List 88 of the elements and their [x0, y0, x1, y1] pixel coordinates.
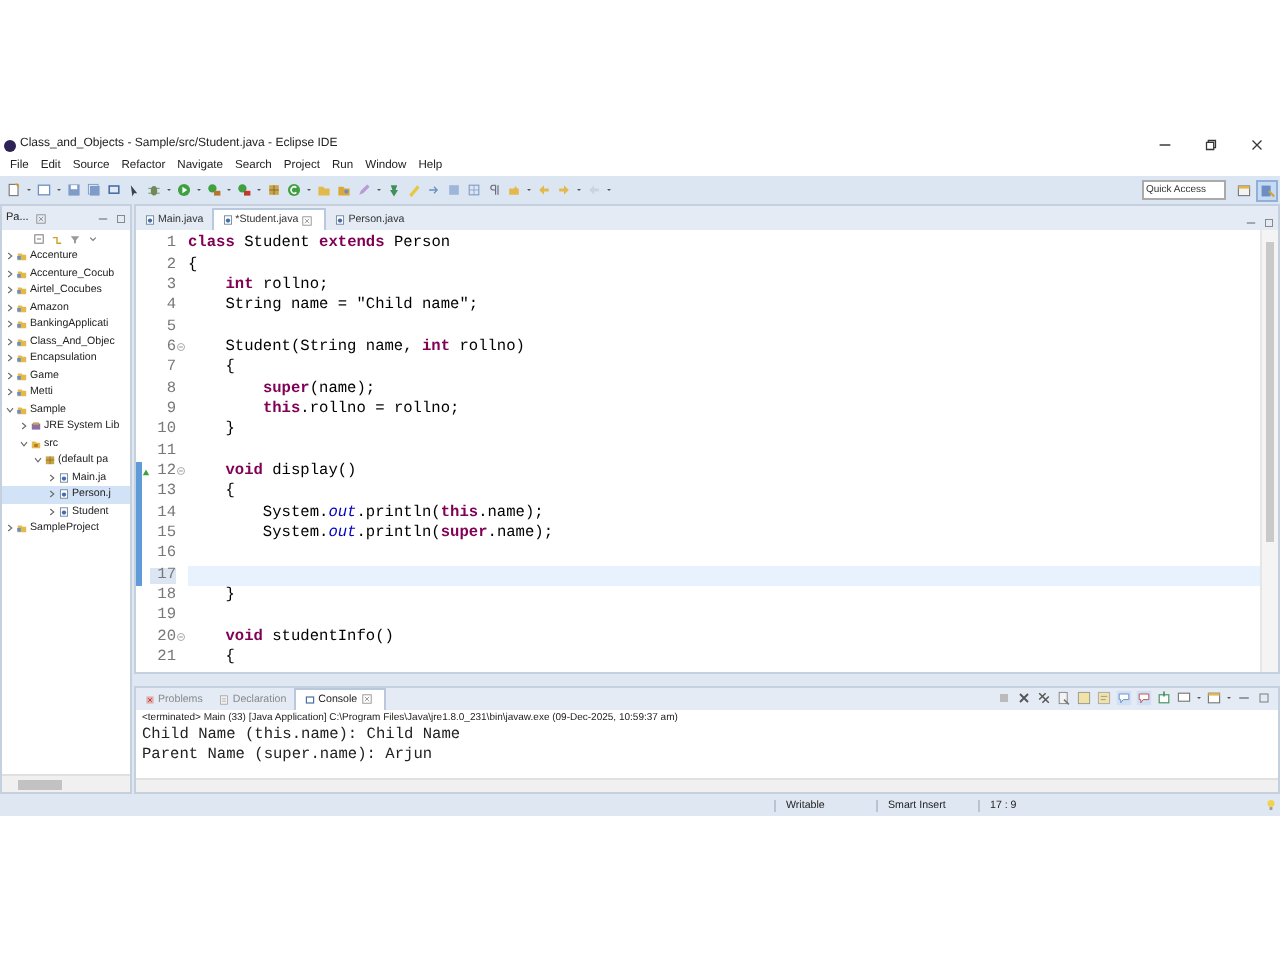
- problems-icon: [144, 693, 156, 706]
- java-file-icon: [58, 488, 70, 501]
- new-console-icon[interactable]: [1206, 690, 1222, 707]
- project-icon: [16, 522, 28, 535]
- forward-icon[interactable]: [556, 182, 572, 198]
- block-icon[interactable]: [446, 182, 462, 198]
- chevron-right-icon[interactable]: [4, 369, 16, 382]
- package-icon[interactable]: [266, 182, 282, 198]
- chevron-right-icon[interactable]: [4, 522, 16, 535]
- chevron-right-icon[interactable]: [4, 352, 16, 365]
- package-icon: [44, 454, 56, 467]
- open-type-icon[interactable]: [336, 182, 352, 198]
- pin-icon[interactable]: [1156, 690, 1172, 707]
- project-icon: [16, 386, 28, 399]
- chevron-right-icon[interactable]: [4, 284, 16, 297]
- collapse-icon[interactable]: [176, 466, 186, 477]
- console-icon: [304, 693, 317, 706]
- pin-icon[interactable]: [386, 182, 402, 198]
- terminal-icon[interactable]: [106, 182, 122, 198]
- java-file-icon: [144, 214, 156, 226]
- pencil-icon[interactable]: [356, 182, 372, 198]
- project-icon: [16, 318, 28, 331]
- project-icon: [16, 301, 28, 314]
- chevron-right-icon[interactable]: [4, 301, 16, 314]
- folder-icon[interactable]: [316, 182, 332, 198]
- java-file-icon: [58, 471, 70, 484]
- java-file-icon: [58, 505, 70, 518]
- library-icon: [30, 420, 42, 433]
- close-icon[interactable]: [1248, 136, 1266, 154]
- lightbulb-icon[interactable]: [1264, 798, 1278, 812]
- remove-all-icon[interactable]: [1036, 690, 1052, 707]
- new-file-icon[interactable]: [6, 182, 22, 198]
- save-icon[interactable]: [66, 182, 82, 198]
- chevron-down-icon[interactable]: [4, 403, 16, 416]
- chevron-right-icon[interactable]: [4, 318, 16, 331]
- view-menu-icon[interactable]: [86, 232, 100, 246]
- arrow-icon[interactable]: [426, 182, 442, 198]
- speech-bubble-icon[interactable]: [1136, 690, 1152, 707]
- java-file-icon: [334, 214, 347, 226]
- chevron-right-icon[interactable]: [4, 267, 16, 280]
- chevron-right-icon[interactable]: [46, 488, 58, 501]
- chevron-right-icon[interactable]: [4, 250, 16, 263]
- collapse-icon[interactable]: [176, 342, 186, 353]
- run-icon[interactable]: [176, 182, 192, 198]
- chevron-right-icon[interactable]: [4, 335, 16, 348]
- remove-icon[interactable]: [1016, 690, 1032, 707]
- eclipse-logo-icon: [4, 139, 16, 151]
- maximize-icon[interactable]: [1262, 216, 1276, 230]
- perspective-icon[interactable]: [1236, 182, 1252, 198]
- cursor-icon[interactable]: [126, 182, 142, 198]
- java-file-icon: [221, 214, 234, 226]
- source-folder-icon: [30, 437, 42, 450]
- save-all-icon[interactable]: [86, 182, 102, 198]
- back-icon[interactable]: [536, 182, 552, 198]
- project-icon: [16, 284, 28, 297]
- class-icon[interactable]: [286, 182, 302, 198]
- maximize-icon[interactable]: [114, 211, 128, 225]
- new-window-icon[interactable]: [36, 182, 52, 198]
- chevron-down-icon[interactable]: [32, 454, 44, 467]
- project-icon: [16, 352, 28, 365]
- restore-icon[interactable]: [1202, 136, 1220, 154]
- project-icon: [16, 403, 28, 416]
- java-perspective-icon[interactable]: [1256, 179, 1278, 201]
- grid-icon[interactable]: [466, 182, 482, 198]
- run-config-icon[interactable]: [206, 182, 222, 198]
- project-icon: [16, 335, 28, 348]
- vertical-scrollbar[interactable]: [1260, 230, 1278, 672]
- speech-bubble-icon[interactable]: [1116, 690, 1132, 707]
- chevron-right-icon[interactable]: [46, 505, 58, 518]
- word-wrap-icon[interactable]: [1096, 690, 1112, 707]
- chevron-right-icon[interactable]: [18, 420, 30, 433]
- chevron-right-icon[interactable]: [46, 471, 58, 484]
- clear-icon[interactable]: [1056, 690, 1072, 707]
- pilcrow-icon[interactable]: [486, 182, 502, 198]
- chevron-right-icon[interactable]: [4, 386, 16, 399]
- collapse-all-icon[interactable]: [32, 232, 46, 246]
- project-icon: [16, 369, 28, 382]
- link-icon[interactable]: [50, 232, 64, 246]
- display-icon[interactable]: [1176, 690, 1192, 707]
- scroll-lock-icon[interactable]: [1076, 690, 1092, 707]
- chevron-down-icon[interactable]: [18, 437, 30, 450]
- project-icon: [16, 250, 28, 263]
- horizontal-scrollbar[interactable]: [2, 774, 130, 792]
- maximize-icon[interactable]: [1256, 690, 1272, 707]
- external-tool-icon[interactable]: [236, 182, 252, 198]
- project-icon: [16, 267, 28, 280]
- collapse-icon[interactable]: [176, 632, 186, 643]
- horizontal-scrollbar[interactable]: [136, 778, 1278, 792]
